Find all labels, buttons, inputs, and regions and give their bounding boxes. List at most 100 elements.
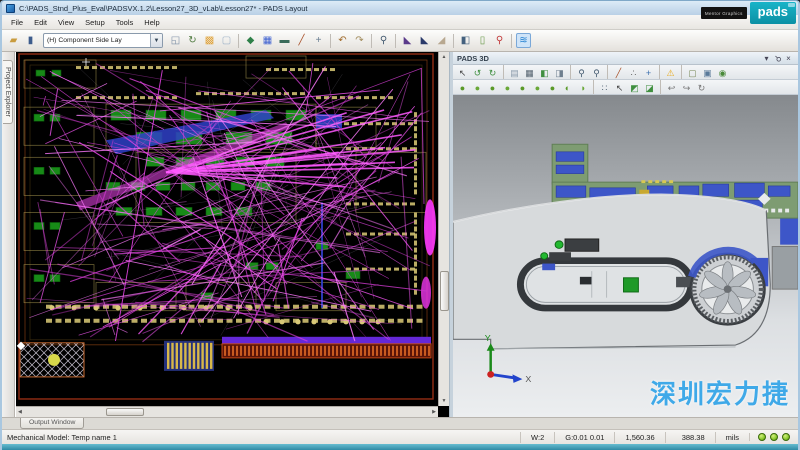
menu-edit[interactable]: Edit xyxy=(29,17,52,28)
main-toolbar: ▰▮ (H) Component Side Lay ▼ ◱↻▩▢ ◆▦▬╱+ ↶↷ ⚲… xyxy=(2,30,798,52)
horizontal-scrollbar[interactable]: ◀ ▶ xyxy=(16,406,438,417)
zoom-icon[interactable]: ⚲ xyxy=(376,33,391,48)
vertical-scrollbar[interactable]: ▲ ▼ xyxy=(438,52,449,406)
save-icon[interactable]: ▮ xyxy=(23,33,38,48)
status-coord-y: 388.38 xyxy=(665,432,715,443)
menu-help[interactable]: Help xyxy=(139,17,164,28)
title-bar[interactable]: C:\PADS_Stnd_Plus_Eval\PADSVX.1.2\Lesson… xyxy=(2,1,798,15)
spin-mode-icon[interactable]: ↻ xyxy=(695,81,708,94)
chevron-down-icon[interactable]: ▼ xyxy=(150,34,162,47)
menu-tools[interactable]: Tools xyxy=(111,17,139,28)
watermark-text: 深圳宏力捷 xyxy=(650,374,790,411)
new-window-icon[interactable]: ◧ xyxy=(458,33,473,48)
spin-view-icon[interactable]: ↻ xyxy=(486,66,499,79)
pad-stack-icon[interactable]: + xyxy=(311,33,326,48)
toolbar-separator xyxy=(607,65,608,79)
status-indicator-3[interactable] xyxy=(782,433,790,441)
walk-mode-icon[interactable]: ↪ xyxy=(680,81,693,94)
box-view-icon[interactable]: ◧ xyxy=(538,66,551,79)
scroll-left-icon[interactable]: ◀ xyxy=(18,407,22,417)
project-explorer-tab[interactable]: Project Explorer xyxy=(3,60,13,124)
rotate-view-icon[interactable]: ↺ xyxy=(471,66,484,79)
pointer-3d-icon[interactable]: ↖ xyxy=(613,81,626,94)
close-icon[interactable]: × xyxy=(783,54,794,63)
pcb-canvas-area[interactable]: ▲ ▼ ◀ ▶ xyxy=(15,52,449,417)
zoom-in-3d-icon[interactable]: ⚲ xyxy=(575,66,588,79)
menu-view[interactable]: View xyxy=(53,17,79,28)
menu-setup[interactable]: Setup xyxy=(80,17,110,28)
eco-mode-icon[interactable]: ◆ xyxy=(243,33,258,48)
capture-view-icon[interactable]: ▣ xyxy=(701,66,714,79)
box-shade-icon[interactable]: ◨ xyxy=(553,66,566,79)
pads-3d-view-icon[interactable]: ≋ xyxy=(516,33,531,48)
fill-color-icon[interactable]: ▩ xyxy=(202,33,217,48)
selection-filter-icon[interactable]: ◣ xyxy=(400,33,415,48)
snap-icon[interactable]: + xyxy=(642,66,655,79)
view-iso-icon[interactable]: ● xyxy=(546,81,559,94)
eraser-icon[interactable]: ◢ xyxy=(434,33,449,48)
status-grid: G:0.01 0.01 xyxy=(554,432,614,443)
properties-window-icon[interactable]: ◱ xyxy=(168,33,183,48)
refresh-icon[interactable]: ↻ xyxy=(185,33,200,48)
scroll-up-icon[interactable]: ▲ xyxy=(442,52,447,62)
pads-layout-window: C:\PADS_Stnd_Plus_Eval\PADSVX.1.2\Lesson… xyxy=(0,0,800,450)
toolbar-separator xyxy=(511,34,512,48)
measure-3d-icon[interactable]: ╱ xyxy=(612,66,625,79)
status-indicator-1[interactable] xyxy=(758,433,766,441)
status-units[interactable]: mils xyxy=(715,432,749,443)
view-left-icon[interactable]: ● xyxy=(516,81,529,94)
view-back-icon[interactable]: ● xyxy=(501,81,514,94)
view-front-icon[interactable]: ● xyxy=(486,81,499,94)
layer-selector-dropdown[interactable]: (H) Component Side Lay ▼ xyxy=(43,33,163,48)
pin-icon[interactable]: ⚲ xyxy=(772,54,783,63)
undo-icon[interactable]: ↶ xyxy=(335,33,350,48)
display-colors-icon[interactable]: ▢ xyxy=(219,33,234,48)
mechanical-model-icon[interactable]: ◉ xyxy=(716,66,729,79)
collision-warning-icon[interactable]: ⚠ xyxy=(664,66,677,79)
open-file-icon[interactable]: ▰ xyxy=(6,33,21,48)
3d-scene[interactable]: YX xyxy=(453,95,798,417)
output-window-tab[interactable]: Output Window xyxy=(20,418,84,429)
status-indicator-2[interactable] xyxy=(770,433,778,441)
zoom-window-3d-icon[interactable]: ⚲ xyxy=(590,66,603,79)
layer-display-icon[interactable]: ▬ xyxy=(277,33,292,48)
fly-mode-icon[interactable]: ↩ xyxy=(665,81,678,94)
measure-point-icon[interactable]: ∴ xyxy=(627,66,640,79)
grid-dots-icon[interactable]: ∷ xyxy=(598,81,611,94)
pads-3d-header[interactable]: PADS 3D ▾ ⚲ × xyxy=(453,52,798,65)
view-top-icon[interactable]: ● xyxy=(456,81,469,94)
pcb-canvas[interactable] xyxy=(16,52,439,406)
select-arrow-icon[interactable]: ↖ xyxy=(456,66,469,79)
pads-3d-toolbar-2: ●●●●●●●◐◑∷↖◩◪↩↪↻ xyxy=(453,80,798,95)
rotate-right-icon[interactable]: ◪ xyxy=(643,81,656,94)
measure-icon[interactable]: ╱ xyxy=(294,33,309,48)
pads-3d-panel: PADS 3D ▾ ⚲ × ↖↺↻▤▦◧◨⚲⚲╱∴+⚠▢▣◉ ●●●●●●●◐◑… xyxy=(453,52,798,417)
toolbar-separator xyxy=(330,34,331,48)
status-indicators xyxy=(749,433,798,441)
window-title: C:\PADS_Stnd_Plus_Eval\PADSVX.1.2\Lesson… xyxy=(19,4,308,13)
export-model-icon[interactable]: ▢ xyxy=(686,66,699,79)
rotate-left-icon[interactable]: ◩ xyxy=(628,81,641,94)
pads-logo: pads xyxy=(750,2,796,24)
board-top-icon[interactable]: ▤ xyxy=(508,66,521,79)
toolbar-separator xyxy=(659,65,660,79)
view-custom-icon[interactable]: ◑ xyxy=(576,81,589,94)
drc-off-icon[interactable]: ⚲ xyxy=(492,33,507,48)
panel-menu-icon[interactable]: ▾ xyxy=(761,54,772,63)
horizontal-scroll-thumb[interactable] xyxy=(106,408,144,416)
3d-viewport[interactable]: YX 深圳宏力捷 xyxy=(453,95,798,417)
view-right-icon[interactable]: ● xyxy=(531,81,544,94)
clipboard-icon[interactable]: ▯ xyxy=(475,33,490,48)
scroll-down-icon[interactable]: ▼ xyxy=(442,396,447,406)
net-filter-icon[interactable]: ◣ xyxy=(417,33,432,48)
output-window-row: Output Window xyxy=(2,417,798,429)
scroll-right-icon[interactable]: ▶ xyxy=(432,407,436,417)
svg-text:X: X xyxy=(525,374,531,384)
board-bottom-icon[interactable]: ▦ xyxy=(523,66,536,79)
via-grid-icon[interactable]: ▦ xyxy=(260,33,275,48)
menu-file[interactable]: File xyxy=(6,17,28,28)
vertical-scroll-thumb[interactable] xyxy=(440,271,449,311)
view-ortho-icon[interactable]: ◐ xyxy=(561,81,574,94)
view-bottom-icon[interactable]: ● xyxy=(471,81,484,94)
redo-icon[interactable]: ↷ xyxy=(352,33,367,48)
